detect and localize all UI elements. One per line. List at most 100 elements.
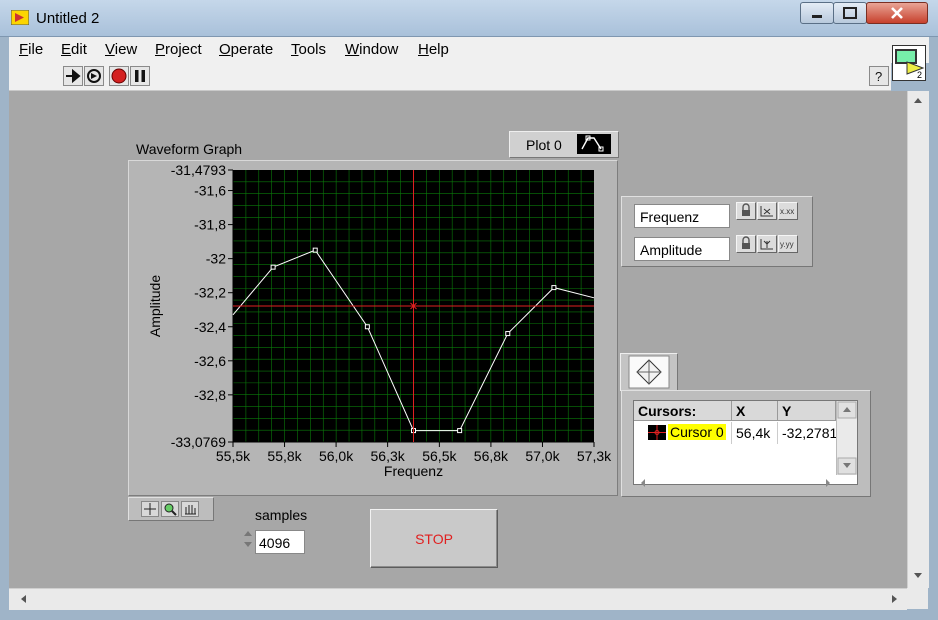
svg-text:y.yy: y.yy	[780, 240, 794, 249]
x-tick-label: 57,0k	[525, 448, 560, 464]
cursor-style-icon	[648, 425, 666, 440]
data-point-marker	[270, 264, 276, 270]
maximize-icon	[843, 7, 857, 19]
svg-text:?: ?	[875, 69, 882, 84]
plot-line-icon	[581, 135, 604, 152]
title-bar[interactable]: Untitled 2	[0, 0, 938, 37]
menu-window[interactable]: Window	[345, 41, 398, 58]
menu-tools[interactable]: Tools	[291, 41, 326, 58]
x-scale-name[interactable]: Frequenz	[634, 204, 730, 228]
context-help-button[interactable]: ?	[869, 66, 889, 86]
vscroll-arrows-icon	[914, 98, 922, 578]
cursor-header-x: X	[732, 401, 778, 421]
run-continuously-icon	[87, 69, 101, 83]
graph-palette	[128, 497, 214, 521]
labview-vi-window: Untitled 2 File Edit View Project Operat…	[0, 0, 938, 620]
menu-file[interactable]: File	[19, 41, 43, 58]
menu-project[interactable]: Project	[155, 41, 202, 58]
x-tick-label: 57,3k	[577, 448, 612, 464]
zoom-magnifier-icon	[164, 503, 177, 516]
vi-icon[interactable]: 2	[892, 45, 926, 81]
toolbar: ?	[9, 63, 891, 91]
x-format-button[interactable]: x.xx	[778, 202, 798, 220]
close-icon	[891, 7, 903, 19]
abort-button[interactable]	[109, 66, 129, 86]
x-autoscale-button[interactable]	[757, 202, 777, 220]
y-axis-label: Amplitude	[147, 275, 163, 337]
y-tick-label: -32,8	[194, 387, 226, 403]
hand-icon	[185, 505, 196, 515]
cursor-header-y: Y	[778, 401, 836, 421]
cursor-movement-control[interactable]	[620, 353, 678, 391]
run-arrow-icon	[66, 68, 81, 84]
lock-icon	[742, 236, 750, 249]
samples-increment-decrement[interactable]	[242, 527, 254, 551]
menu-view[interactable]: View	[105, 41, 137, 58]
y-tick-label: -32,6	[194, 353, 226, 369]
x-tick-label: 55,5k	[216, 448, 251, 464]
graph-label: Waveform Graph	[136, 141, 243, 157]
y-tick-label: -31,4793	[171, 162, 226, 178]
x-tick-label: 56,0k	[319, 448, 354, 464]
plot-legend[interactable]: Plot 0	[509, 131, 619, 158]
y-tick-label: -32,2	[194, 285, 226, 301]
stop-button[interactable]: STOP	[370, 509, 498, 568]
pause-button[interactable]	[130, 66, 150, 86]
y-tick-label: -31,8	[194, 217, 226, 233]
maximize-button[interactable]	[833, 2, 867, 24]
minimize-button[interactable]	[800, 2, 834, 24]
waveform-plot[interactable]: -31,4793 -31,6 -31,8 -32 -32,2 -32,4 -32,6 -32,…	[128, 160, 618, 496]
run-continuously-button[interactable]	[84, 66, 104, 86]
data-point-marker	[457, 428, 463, 434]
cursor-table-vscrollbar[interactable]	[836, 401, 857, 475]
run-button[interactable]	[63, 66, 83, 86]
cursor-row-name[interactable]: Cursor 0	[634, 422, 732, 444]
cursor-y-value[interactable]: -32,2781	[778, 422, 836, 444]
x-lock-button[interactable]	[736, 202, 756, 220]
samples-input[interactable]: 4096	[255, 530, 305, 554]
samples-label: samples	[255, 507, 308, 523]
x-axis-label: Frequenz	[384, 463, 443, 479]
abort-icon	[111, 68, 127, 84]
menu-operate[interactable]: Operate	[219, 41, 273, 58]
lock-icon	[742, 203, 750, 216]
x-tick-label: 56,8k	[474, 448, 509, 464]
plot-name: Plot 0	[526, 137, 562, 153]
panel-vertical-scrollbar[interactable]	[907, 91, 929, 588]
hscroll-arrows-icon	[21, 595, 897, 603]
stop-button-label: STOP	[415, 531, 453, 547]
window-title: Untitled 2	[36, 10, 100, 27]
panel-horizontal-scrollbar[interactable]	[9, 588, 907, 610]
zoom-tool-button[interactable]	[161, 501, 179, 517]
menu-edit[interactable]: Edit	[61, 41, 87, 58]
cursor-name: Cursor 0	[668, 424, 726, 440]
y-format-button[interactable]: y.yy	[778, 235, 798, 253]
x-autoscale-icon	[760, 206, 773, 217]
pause-icon	[135, 70, 145, 82]
y-autoscale-icon	[760, 239, 773, 250]
cursor-move-diamond-icon	[628, 355, 670, 389]
cursor-x-value[interactable]: 56,4k	[732, 422, 778, 444]
y-autoscale-button[interactable]	[757, 235, 777, 253]
data-point-marker	[364, 324, 370, 330]
x-tick-label: 55,8k	[267, 448, 302, 464]
close-button[interactable]	[866, 2, 928, 24]
plot-style-swatch[interactable]	[577, 134, 611, 154]
minimize-icon	[812, 15, 822, 18]
menu-bar: File Edit View Project Operate Tools Win…	[9, 37, 929, 63]
cursor-table: Cursors: X Y Cursor 0 56,4k -32,2781	[633, 400, 858, 487]
cursor-header-name: Cursors:	[634, 401, 732, 421]
cursor-tool-button[interactable]	[141, 501, 159, 517]
y-tick-label: -32	[206, 251, 226, 267]
pan-tool-button[interactable]	[181, 501, 199, 517]
y-lock-button[interactable]	[736, 235, 756, 253]
vi-icon-graphic: 2	[895, 49, 925, 80]
cursor-legend: Cursors: X Y Cursor 0 56,4k -32,2781	[621, 390, 871, 497]
cursor-table-hscrollbar[interactable]	[634, 475, 836, 487]
hscroll-arrows-icon	[641, 479, 830, 487]
y-scale-name[interactable]: Amplitude	[634, 237, 730, 261]
x-format-icon: x.xx	[780, 207, 794, 216]
menu-help[interactable]: Help	[418, 41, 449, 58]
crosshair-icon	[144, 503, 156, 515]
scroll-corner	[907, 588, 928, 609]
